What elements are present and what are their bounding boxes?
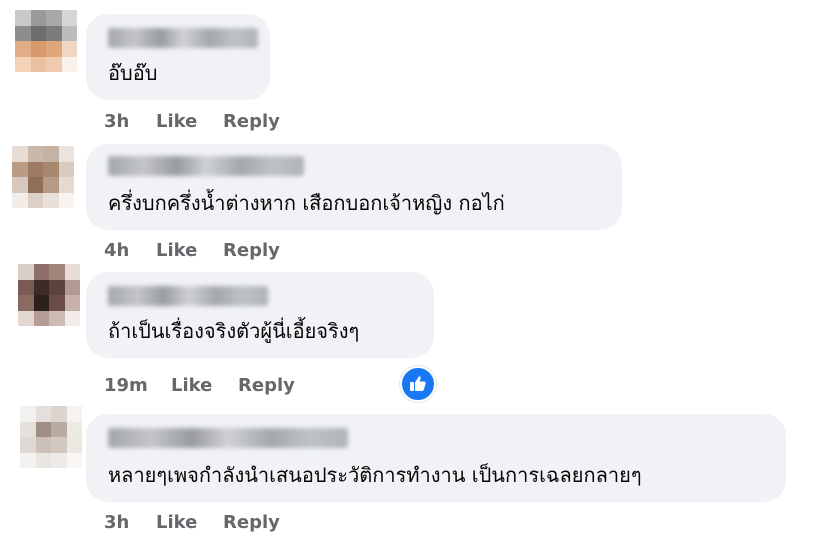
like-button[interactable]: Like <box>156 512 197 534</box>
comment-text: อ๊บอ๊บ <box>108 61 158 85</box>
like-button[interactable]: Like <box>156 111 197 133</box>
avatar[interactable] <box>18 264 80 326</box>
like-button[interactable]: Like <box>171 375 212 397</box>
comment-text: ครึ่งบกครึ่งน้ำต่างหาก เสือกบอกเจ้าหญิง … <box>108 191 505 215</box>
comment-time[interactable]: 19m <box>104 375 148 397</box>
commenter-name[interactable] <box>108 286 268 306</box>
like-reaction-icon[interactable] <box>400 366 436 402</box>
comment-bubble: หลายๆเพจกำลังนำเสนอประวัติการทำงาน เป็นก… <box>86 414 786 502</box>
comment-time[interactable]: 4h <box>104 240 129 262</box>
reply-button[interactable]: Reply <box>238 375 295 397</box>
comment-bubble: อ๊บอ๊บ <box>86 14 270 100</box>
avatar[interactable] <box>20 406 82 468</box>
commenter-name[interactable] <box>108 156 304 176</box>
reply-button[interactable]: Reply <box>223 111 280 133</box>
comment-bubble: ครึ่งบกครึ่งน้ำต่างหาก เสือกบอกเจ้าหญิง … <box>86 144 622 230</box>
comment-time[interactable]: 3h <box>104 512 129 534</box>
avatar[interactable] <box>15 10 77 72</box>
comment-bubble: ถ้าเป็นเรื่องจริงตัวผู้นี่เอี้ยจริงๆ <box>86 272 434 358</box>
commenter-name[interactable] <box>108 428 348 448</box>
reply-button[interactable]: Reply <box>223 512 280 534</box>
comment-text: ถ้าเป็นเรื่องจริงตัวผู้นี่เอี้ยจริงๆ <box>108 319 360 343</box>
avatar[interactable] <box>12 146 74 208</box>
comment-text: หลายๆเพจกำลังนำเสนอประวัติการทำงาน เป็นก… <box>108 463 642 487</box>
thumbs-up-icon <box>410 376 426 391</box>
comment-time[interactable]: 3h <box>104 111 129 133</box>
reply-button[interactable]: Reply <box>223 240 280 262</box>
like-button[interactable]: Like <box>156 240 197 262</box>
commenter-name[interactable] <box>108 28 258 48</box>
